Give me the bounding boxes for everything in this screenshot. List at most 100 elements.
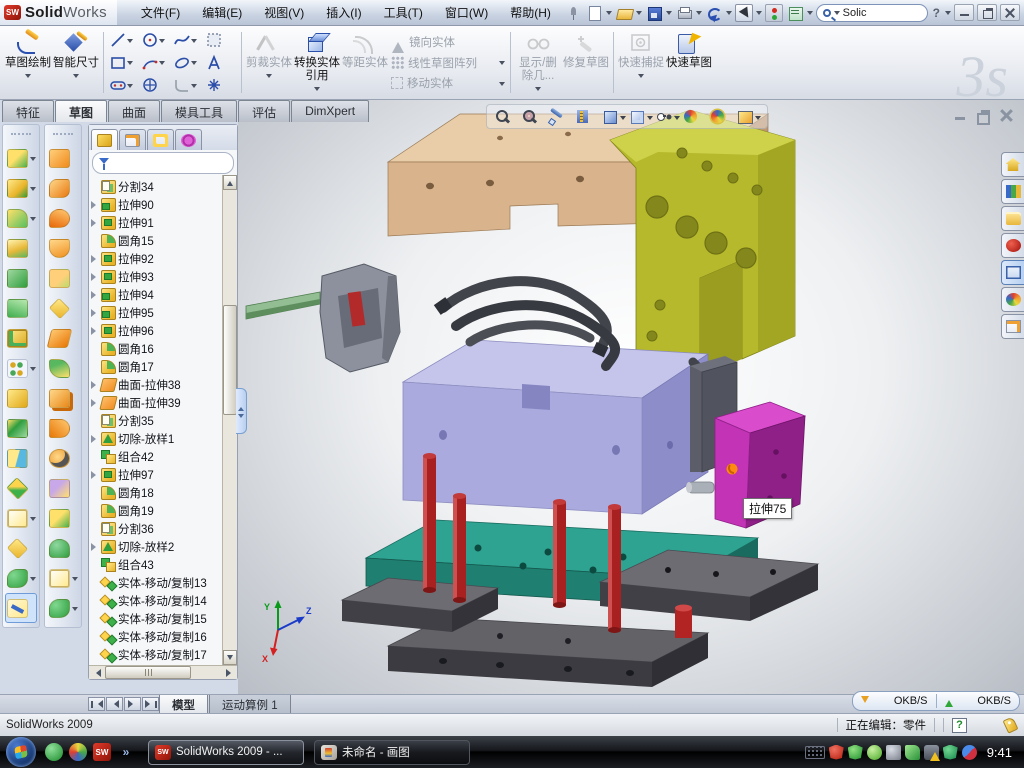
solidworks-resources-icon[interactable] — [1001, 152, 1024, 177]
restore-button[interactable] — [977, 4, 997, 21]
tree-item[interactable]: 实体-移动/复制15 — [91, 610, 237, 628]
line-tool-icon[interactable] — [109, 31, 140, 49]
section-view-icon[interactable] — [574, 108, 599, 125]
expand-arrow-icon[interactable] — [91, 381, 99, 389]
expand-arrow-icon[interactable] — [91, 471, 99, 479]
volume-icon[interactable] — [886, 745, 901, 760]
tree-item[interactable]: 分割35 — [91, 412, 237, 430]
expand-arrow-icon[interactable] — [91, 309, 99, 317]
language-keyboard-icon[interactable] — [805, 746, 825, 759]
tree-item[interactable]: 拉伸97 — [91, 466, 237, 484]
taskbar-clock[interactable]: 9:41 — [977, 745, 1024, 760]
mirror-entities-button[interactable]: 镜向实体 — [391, 32, 505, 52]
menu-item[interactable]: 编辑(E) — [192, 1, 252, 24]
last-tab-button[interactable] — [142, 697, 159, 711]
slot-tool-icon[interactable] — [109, 76, 140, 94]
undo-dropdown-icon[interactable] — [726, 11, 732, 18]
tree-item[interactable]: 实体-移动/复制13 — [91, 574, 237, 592]
tree-vertical-scrollbar[interactable] — [222, 175, 237, 665]
zoom-selection-icon[interactable] — [547, 108, 572, 125]
quick-launch-overflow-icon[interactable]: » — [117, 743, 135, 761]
surface-tool-icon[interactable] — [47, 473, 79, 503]
quick-launch-solidworks-icon[interactable]: SW — [93, 743, 111, 761]
tree-item[interactable]: 拉伸94 — [91, 286, 237, 304]
feature-tool-icon[interactable] — [5, 173, 37, 203]
doc-close-button[interactable] — [997, 108, 1016, 124]
sketch-fillet-tool-icon[interactable] — [173, 76, 204, 94]
tree-item[interactable]: 圆角17 — [91, 358, 237, 376]
rapid-sketch-button[interactable]: 快速草图 — [665, 28, 713, 97]
model-3d-view[interactable]: Y Z X — [238, 100, 1024, 694]
help-button[interactable]: ? — [931, 6, 942, 20]
next-tab-button[interactable] — [124, 697, 141, 711]
rebuild-icon[interactable] — [765, 4, 783, 22]
tree-item[interactable]: 组合43 — [91, 556, 237, 574]
surface-tool-icon[interactable] — [47, 503, 79, 533]
ribbon-tab[interactable]: 曲面 — [108, 100, 160, 122]
tree-item[interactable]: 实体-移动/复制17 — [91, 646, 237, 664]
feature-tool-icon[interactable] — [5, 293, 37, 323]
menu-item[interactable]: 工具(T) — [374, 1, 433, 24]
view-palette-icon[interactable] — [1001, 260, 1024, 285]
display-delete-relations-button[interactable]: 显示/删除几... — [514, 28, 562, 97]
expand-arrow-icon[interactable] — [91, 327, 99, 335]
expand-arrow-icon[interactable] — [91, 291, 99, 299]
expand-arrow-icon[interactable] — [91, 201, 99, 209]
selection-box-icon[interactable] — [205, 31, 236, 49]
taskbar-window-button[interactable]: 未命名 - 画图 — [314, 740, 470, 765]
sync-status-icon[interactable] — [962, 745, 977, 760]
move-copy-tool-icon[interactable] — [5, 473, 37, 503]
part-core-block[interactable] — [403, 340, 708, 514]
tree-item[interactable]: 实体-移动/复制14 — [91, 592, 237, 610]
appearances-icon[interactable] — [682, 108, 707, 125]
quick-launch-messenger-icon[interactable] — [45, 743, 63, 761]
tree-item[interactable]: 圆角16 — [91, 340, 237, 358]
arc-tool-icon[interactable] — [141, 54, 172, 72]
tree-item[interactable]: 分割34 — [91, 178, 237, 196]
network-speed-gadget[interactable]: OKB/S OKB/S — [852, 691, 1020, 711]
configurationmanager-tab[interactable] — [147, 129, 174, 150]
polygon-tool-icon[interactable] — [141, 76, 172, 94]
zoom-fit-icon[interactable] — [493, 108, 518, 125]
tree-item[interactable]: 拉伸95 — [91, 304, 237, 322]
expand-arrow-icon[interactable] — [91, 543, 99, 551]
view-orientation-icon[interactable] — [601, 108, 626, 125]
feature-tool-icon[interactable] — [5, 263, 37, 293]
reference-geometry-icon[interactable] — [5, 503, 37, 533]
ribbon-tab[interactable]: 草图 — [55, 100, 107, 122]
rectangle-tool-icon[interactable] — [109, 54, 140, 72]
tree-item[interactable]: 曲面-拉伸38 — [91, 376, 237, 394]
minimize-button[interactable] — [954, 4, 974, 21]
new-dropdown-icon[interactable] — [606, 11, 612, 18]
surface-tool-icon[interactable] — [47, 263, 79, 293]
reference-geometry-icon[interactable] — [47, 563, 79, 593]
help-dropdown-icon[interactable] — [945, 11, 951, 18]
dimxpertmanager-tab[interactable] — [175, 129, 202, 150]
feature-tool-icon[interactable] — [5, 383, 37, 413]
feature-tool-icon[interactable] — [5, 533, 37, 563]
instant3d-tool-icon[interactable] — [5, 593, 37, 623]
surface-tool-icon[interactable] — [47, 233, 79, 263]
ribbon-tab[interactable]: 评估 — [238, 100, 290, 122]
surface-tool-icon[interactable] — [47, 353, 79, 383]
scroll-up-icon[interactable] — [223, 175, 237, 190]
print-dropdown-icon[interactable] — [696, 11, 702, 18]
surface-tool-icon[interactable] — [47, 383, 79, 413]
smart-dimension-button[interactable]: 智能尺寸 — [52, 28, 100, 97]
tree-item[interactable]: 圆角18 — [91, 484, 237, 502]
update-badge-icon[interactable] — [867, 745, 882, 760]
defender-shield-icon[interactable] — [943, 745, 958, 760]
scrollbar-thumb[interactable] — [105, 666, 191, 679]
hide-show-items-icon[interactable] — [655, 108, 680, 125]
curve-tool-icon[interactable] — [5, 563, 37, 593]
start-button[interactable] — [6, 737, 36, 767]
ribbon-tab[interactable]: 模具工具 — [161, 100, 237, 122]
ellipse-tool-icon[interactable] — [173, 54, 204, 72]
appearances-scenes-icon[interactable] — [1001, 287, 1024, 312]
feature-tool-icon[interactable] — [5, 143, 37, 173]
new-document-icon[interactable] — [585, 4, 603, 22]
tree-item[interactable]: 圆角15 — [91, 232, 237, 250]
dome-tool-icon[interactable] — [47, 533, 79, 563]
graphics-viewport[interactable]: Y Z X — [238, 100, 1024, 694]
propertymanager-tab[interactable] — [119, 129, 146, 150]
